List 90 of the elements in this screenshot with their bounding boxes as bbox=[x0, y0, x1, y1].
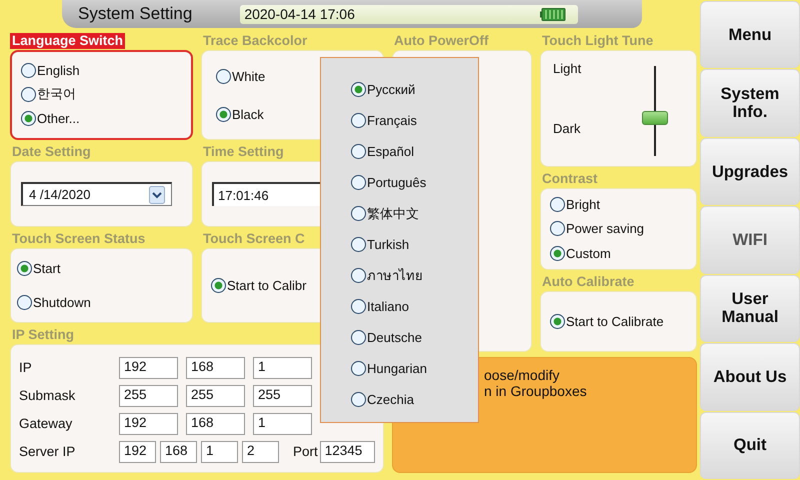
sidebar-button[interactable]: About Us bbox=[700, 343, 800, 411]
radio-label[interactable]: Español bbox=[367, 144, 414, 159]
radio-button[interactable] bbox=[351, 268, 366, 283]
radio-button[interactable] bbox=[351, 206, 366, 221]
radio-button[interactable] bbox=[17, 295, 32, 310]
slider-label: Light bbox=[553, 61, 582, 76]
input-field[interactable]: 192 bbox=[119, 356, 178, 378]
group-title: Contrast bbox=[541, 171, 598, 187]
radio-button[interactable] bbox=[351, 82, 366, 97]
battery-icon bbox=[540, 8, 566, 20]
radio-label[interactable]: Start to Calibr bbox=[227, 278, 306, 293]
radio-label[interactable]: Français bbox=[367, 113, 417, 128]
group-title: Time Setting bbox=[202, 144, 284, 160]
group-title: Touch Light Tune bbox=[541, 33, 654, 49]
input-field[interactable]: 255 bbox=[253, 384, 312, 406]
radio-button[interactable] bbox=[550, 246, 565, 262]
radio-label[interactable]: Turkish bbox=[367, 237, 410, 252]
sidebar-button[interactable]: Menu bbox=[700, 1, 800, 68]
radio-button[interactable] bbox=[351, 144, 366, 159]
radio-label[interactable]: Shutdown bbox=[33, 295, 91, 310]
radio-button[interactable] bbox=[21, 110, 36, 126]
radio-label[interactable]: Power saving bbox=[566, 221, 644, 236]
input-field[interactable]: 168 bbox=[160, 440, 197, 462]
input-field[interactable]: 192 bbox=[119, 440, 156, 462]
sidebar-button[interactable]: System Info. bbox=[700, 69, 800, 137]
input-field[interactable]: 255 bbox=[119, 384, 178, 406]
radio-button[interactable] bbox=[550, 314, 565, 329]
window-title: System Setting bbox=[78, 4, 192, 24]
radio-label[interactable]: Start to Calibrate bbox=[566, 314, 664, 329]
radio-button[interactable] bbox=[550, 221, 565, 236]
radio-button[interactable] bbox=[550, 196, 565, 212]
radio-label[interactable]: Czechia bbox=[367, 392, 414, 407]
input-field[interactable]: 192 bbox=[119, 412, 178, 434]
radio-label[interactable]: 한국어 bbox=[37, 85, 76, 103]
group-title: Auto Calibrate bbox=[541, 274, 634, 290]
group-title: Language Switch bbox=[10, 33, 126, 49]
radio-button[interactable] bbox=[21, 86, 36, 102]
sidebar-button[interactable]: Quit bbox=[700, 412, 800, 479]
radio-label[interactable]: Custom bbox=[566, 246, 611, 262]
input-field[interactable]: 168 bbox=[186, 412, 245, 434]
date-time: 2020-04-14 17:06 bbox=[244, 6, 355, 22]
radio-label[interactable]: 繁体中文 bbox=[367, 204, 419, 222]
radio-button[interactable] bbox=[21, 62, 36, 78]
group-title: Touch Screen Status bbox=[11, 231, 146, 247]
field-label: Submask bbox=[19, 388, 76, 403]
group-title: IP Setting bbox=[11, 327, 74, 343]
field-label: Server IP bbox=[19, 444, 76, 459]
radio-button[interactable] bbox=[351, 330, 366, 345]
input-field[interactable]: 12345 bbox=[320, 440, 375, 462]
date-dropdown[interactable]: 4 /14/2020 bbox=[21, 182, 172, 206]
radio-label[interactable]: Italiano bbox=[367, 299, 409, 314]
field-label: Port bbox=[293, 444, 318, 459]
input-field[interactable]: 2 bbox=[242, 440, 279, 462]
notice-text: n in Groupboxes bbox=[484, 383, 587, 399]
radio-button[interactable] bbox=[17, 260, 32, 276]
radio-button[interactable] bbox=[351, 237, 366, 252]
group-title: Date Setting bbox=[11, 144, 91, 160]
slider-thumb[interactable] bbox=[642, 111, 668, 126]
radio-label[interactable]: Deutsche bbox=[367, 330, 422, 345]
input-field[interactable]: 1 bbox=[201, 440, 238, 462]
group-title: Touch Screen C bbox=[202, 231, 305, 247]
radio-label[interactable]: Русский bbox=[367, 82, 416, 97]
input-field[interactable]: 255 bbox=[186, 384, 245, 406]
radio-label[interactable]: Black bbox=[232, 106, 264, 122]
radio-button[interactable] bbox=[211, 278, 226, 293]
input-field[interactable]: 1 bbox=[253, 412, 312, 434]
group-title: Auto PowerOff bbox=[393, 33, 488, 49]
radio-label[interactable]: Bright bbox=[566, 196, 600, 212]
radio-label[interactable]: Hungarian bbox=[367, 361, 427, 376]
radio-button[interactable] bbox=[351, 299, 366, 314]
sidebar-button[interactable]: Upgrades bbox=[700, 138, 800, 206]
radio-button[interactable] bbox=[351, 113, 366, 128]
field-label: Gateway bbox=[19, 416, 74, 431]
input-field[interactable]: 1 bbox=[253, 356, 312, 378]
radio-button[interactable] bbox=[216, 68, 231, 84]
radio-button[interactable] bbox=[351, 392, 366, 407]
radio-label[interactable]: ภาษาไทย bbox=[367, 265, 423, 286]
radio-button[interactable] bbox=[216, 106, 231, 122]
radio-button[interactable] bbox=[351, 175, 366, 190]
radio-label[interactable]: Other... bbox=[37, 110, 80, 126]
slider-label: Dark bbox=[553, 121, 582, 136]
field-label: IP bbox=[19, 360, 33, 375]
group-title: Trace Backcolor bbox=[202, 33, 308, 49]
radio-label[interactable]: Start bbox=[33, 260, 60, 276]
radio-label[interactable]: English bbox=[37, 62, 80, 78]
notice-text: oose/modify bbox=[484, 367, 560, 383]
radio-label[interactable]: White bbox=[232, 68, 266, 84]
input-field[interactable]: 168 bbox=[186, 356, 245, 378]
radio-button[interactable] bbox=[351, 361, 366, 376]
sidebar-button[interactable]: User Manual bbox=[700, 274, 800, 342]
